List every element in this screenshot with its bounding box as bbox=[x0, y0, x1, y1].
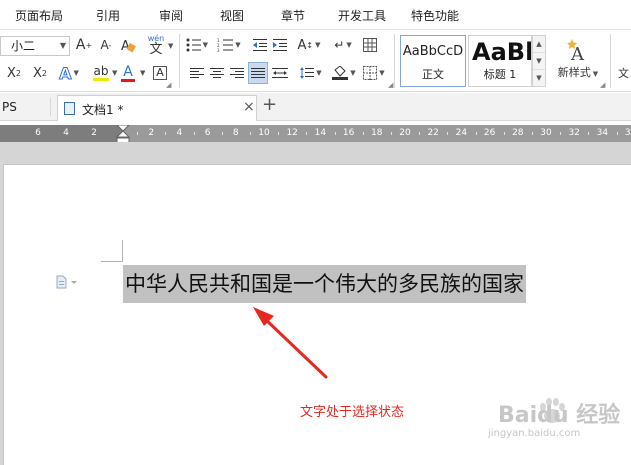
watermark-main: Baidu 经验 bbox=[498, 403, 621, 428]
annotation-label: 文字处于选择状态 bbox=[300, 405, 405, 420]
baidu-watermark: Baidu 经验 jingyan.baidu.com bbox=[482, 397, 622, 452]
red-arrow-icon bbox=[253, 307, 328, 379]
watermark-sub: jingyan.baidu.com bbox=[488, 428, 581, 439]
